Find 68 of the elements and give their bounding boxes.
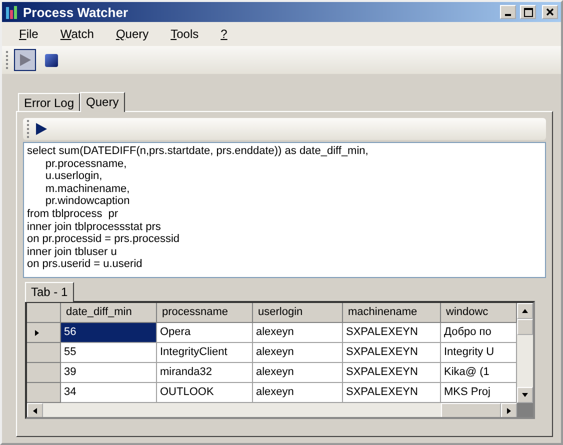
table-cell: Opera xyxy=(157,323,253,343)
stop-icon xyxy=(44,54,58,66)
table-cell: 34 xyxy=(61,383,157,403)
column-header[interactable]: machinename xyxy=(343,303,441,323)
scroll-right-icon xyxy=(505,407,513,415)
horizontal-scrollbar[interactable] xyxy=(27,403,517,417)
code-line: m.machinename, xyxy=(44,182,131,196)
menu-item[interactable]: File xyxy=(8,27,50,41)
row-header[interactable] xyxy=(27,323,61,343)
column-header[interactable]: userlogin xyxy=(253,303,343,323)
table-cell: SXPALEXEYN xyxy=(343,383,441,403)
tab[interactable]: Tab - 1 xyxy=(25,282,74,302)
table-cell: 39 xyxy=(61,363,157,383)
table-cell: Kika@ (1 xyxy=(441,363,517,383)
table-cell: alexeyn xyxy=(253,363,343,383)
play-icon xyxy=(18,53,32,67)
table-cell: alexeyn xyxy=(253,383,343,403)
query-editor[interactable] xyxy=(23,142,546,278)
maximize-button[interactable] xyxy=(520,5,536,19)
table-cell: alexeyn xyxy=(253,343,343,363)
code-line: select sum(DATEDIFF(n,prs.startdate, prs.enddate)) as date_diff_min, xyxy=(27,145,370,158)
row-header[interactable] xyxy=(27,383,61,403)
run-icon[interactable] xyxy=(35,123,47,135)
table-cell: SXPALEXEYN xyxy=(343,363,441,383)
window-title: Process Watcher xyxy=(23,4,130,20)
code-line: on pr.processid = prs.processid xyxy=(27,233,181,246)
code-line: inner join tbluser u xyxy=(27,246,118,258)
table-cell: MKS Proj xyxy=(441,383,517,403)
column-header[interactable]: date_diff_min xyxy=(61,303,157,323)
row-header[interactable] xyxy=(27,363,61,383)
table-cell: 55 xyxy=(61,343,157,363)
current-row-icon xyxy=(33,328,41,336)
table-cell: SXPALEXEYN xyxy=(343,343,441,363)
scroll-thumb[interactable] xyxy=(517,319,533,335)
row-header[interactable] xyxy=(27,343,61,363)
code-line: on prs.userid = u.userid xyxy=(27,258,144,271)
table-cell: Добро по xyxy=(441,323,517,343)
menu-item[interactable]: ? xyxy=(210,27,238,41)
table-cell: miranda32 xyxy=(157,363,253,383)
column-header[interactable]: processname xyxy=(157,303,253,323)
table-cell: Integrity U xyxy=(441,343,517,363)
play-button[interactable] xyxy=(14,49,36,71)
column-header[interactable]: windowc xyxy=(441,303,517,323)
scroll-thumb[interactable] xyxy=(441,403,501,417)
app-logo-icon xyxy=(5,5,19,19)
vertical-scrollbar[interactable] xyxy=(517,303,533,403)
code-line: u.userlogin, xyxy=(44,170,104,183)
scroll-left-icon xyxy=(31,407,39,415)
code-line: pr.windowcaption xyxy=(44,195,131,208)
table-cell: IntegrityClient xyxy=(157,343,253,363)
scroll-down-icon xyxy=(521,391,529,399)
minimize-button[interactable] xyxy=(500,5,516,19)
code-line: from tblprocess pr xyxy=(27,208,120,221)
menu-item[interactable]: Watch xyxy=(49,27,105,41)
table-cell: SXPALEXEYN xyxy=(343,323,441,343)
close-icon xyxy=(546,8,554,16)
scroll-up-icon xyxy=(521,307,529,315)
menu-item[interactable]: Tools xyxy=(160,27,210,41)
table-cell: OUTLOOK xyxy=(157,383,253,403)
table-cell: 56 xyxy=(61,323,157,343)
close-button[interactable] xyxy=(542,5,558,19)
code-line: pr.processname, xyxy=(44,158,128,170)
maximize-icon xyxy=(524,8,532,16)
code-line: inner join tblprocessstat prs xyxy=(27,220,162,234)
menu-item[interactable]: Query xyxy=(104,27,160,41)
tab[interactable]: Query xyxy=(80,92,125,112)
table-cell: alexeyn xyxy=(253,323,343,343)
tab[interactable]: Error Log xyxy=(18,93,80,111)
